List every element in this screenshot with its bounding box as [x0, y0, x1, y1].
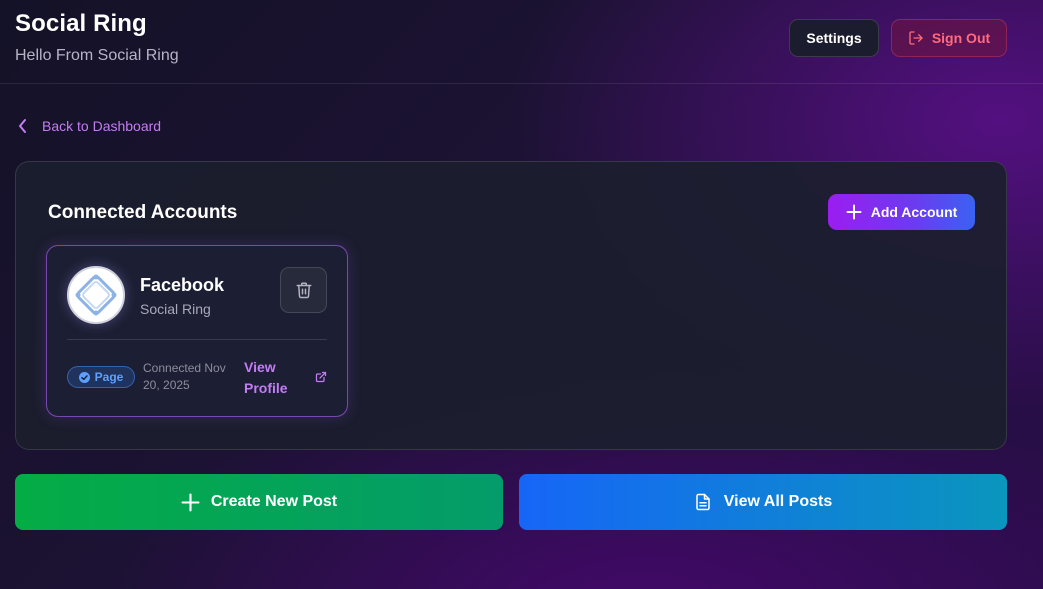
back-to-dashboard-link[interactable]: Back to Dashboard — [18, 118, 161, 134]
account-name: Social Ring — [140, 301, 211, 317]
external-link-icon[interactable] — [315, 371, 327, 383]
app-subtitle: Hello From Social Ring — [15, 47, 179, 64]
account-platform: Facebook — [140, 275, 225, 295]
badge-label: Page — [94, 370, 124, 384]
sign-out-button-label: Sign Out — [931, 30, 991, 46]
settings-button-label: Settings — [806, 30, 862, 46]
connected-accounts-card: Connected Accounts Add Account Facebook … — [15, 161, 1007, 450]
sign-out-button[interactable]: Sign Out — [891, 19, 1007, 57]
create-post-label: Create New Post — [210, 493, 338, 510]
page-badge: Page — [67, 366, 135, 388]
section-title: Connected Accounts — [48, 202, 238, 223]
add-account-label: Add Account — [870, 204, 958, 220]
back-link-label: Back to Dashboard — [42, 118, 162, 134]
view-all-posts-button[interactable]: View All Posts — [519, 474, 1007, 530]
document-icon — [694, 492, 712, 512]
account-divider — [67, 339, 327, 340]
delete-account-button[interactable] — [280, 267, 327, 313]
view-all-label: View All Posts — [723, 493, 833, 510]
add-account-button[interactable]: Add Account — [828, 194, 975, 230]
account-avatar — [67, 266, 125, 324]
view-profile-link[interactable]: View Profile — [244, 357, 304, 399]
create-new-post-button[interactable]: Create New Post — [15, 474, 503, 530]
settings-button[interactable]: Settings — [789, 19, 879, 57]
connected-date: Connected Nov 20, 2025 — [143, 361, 226, 392]
trash-icon — [295, 281, 313, 299]
social-ring-logo-icon — [73, 272, 119, 318]
account-card: Facebook Social Ring Page Connected Nov … — [46, 245, 348, 417]
app-title: Social Ring — [15, 10, 147, 37]
top-header: Social Ring Hello From Social Ring Setti… — [0, 0, 1043, 84]
plus-icon — [846, 204, 862, 220]
check-circle-icon — [78, 371, 90, 383]
chevron-left-icon — [18, 118, 28, 134]
plus-icon — [181, 493, 200, 512]
sign-out-icon — [908, 30, 924, 46]
